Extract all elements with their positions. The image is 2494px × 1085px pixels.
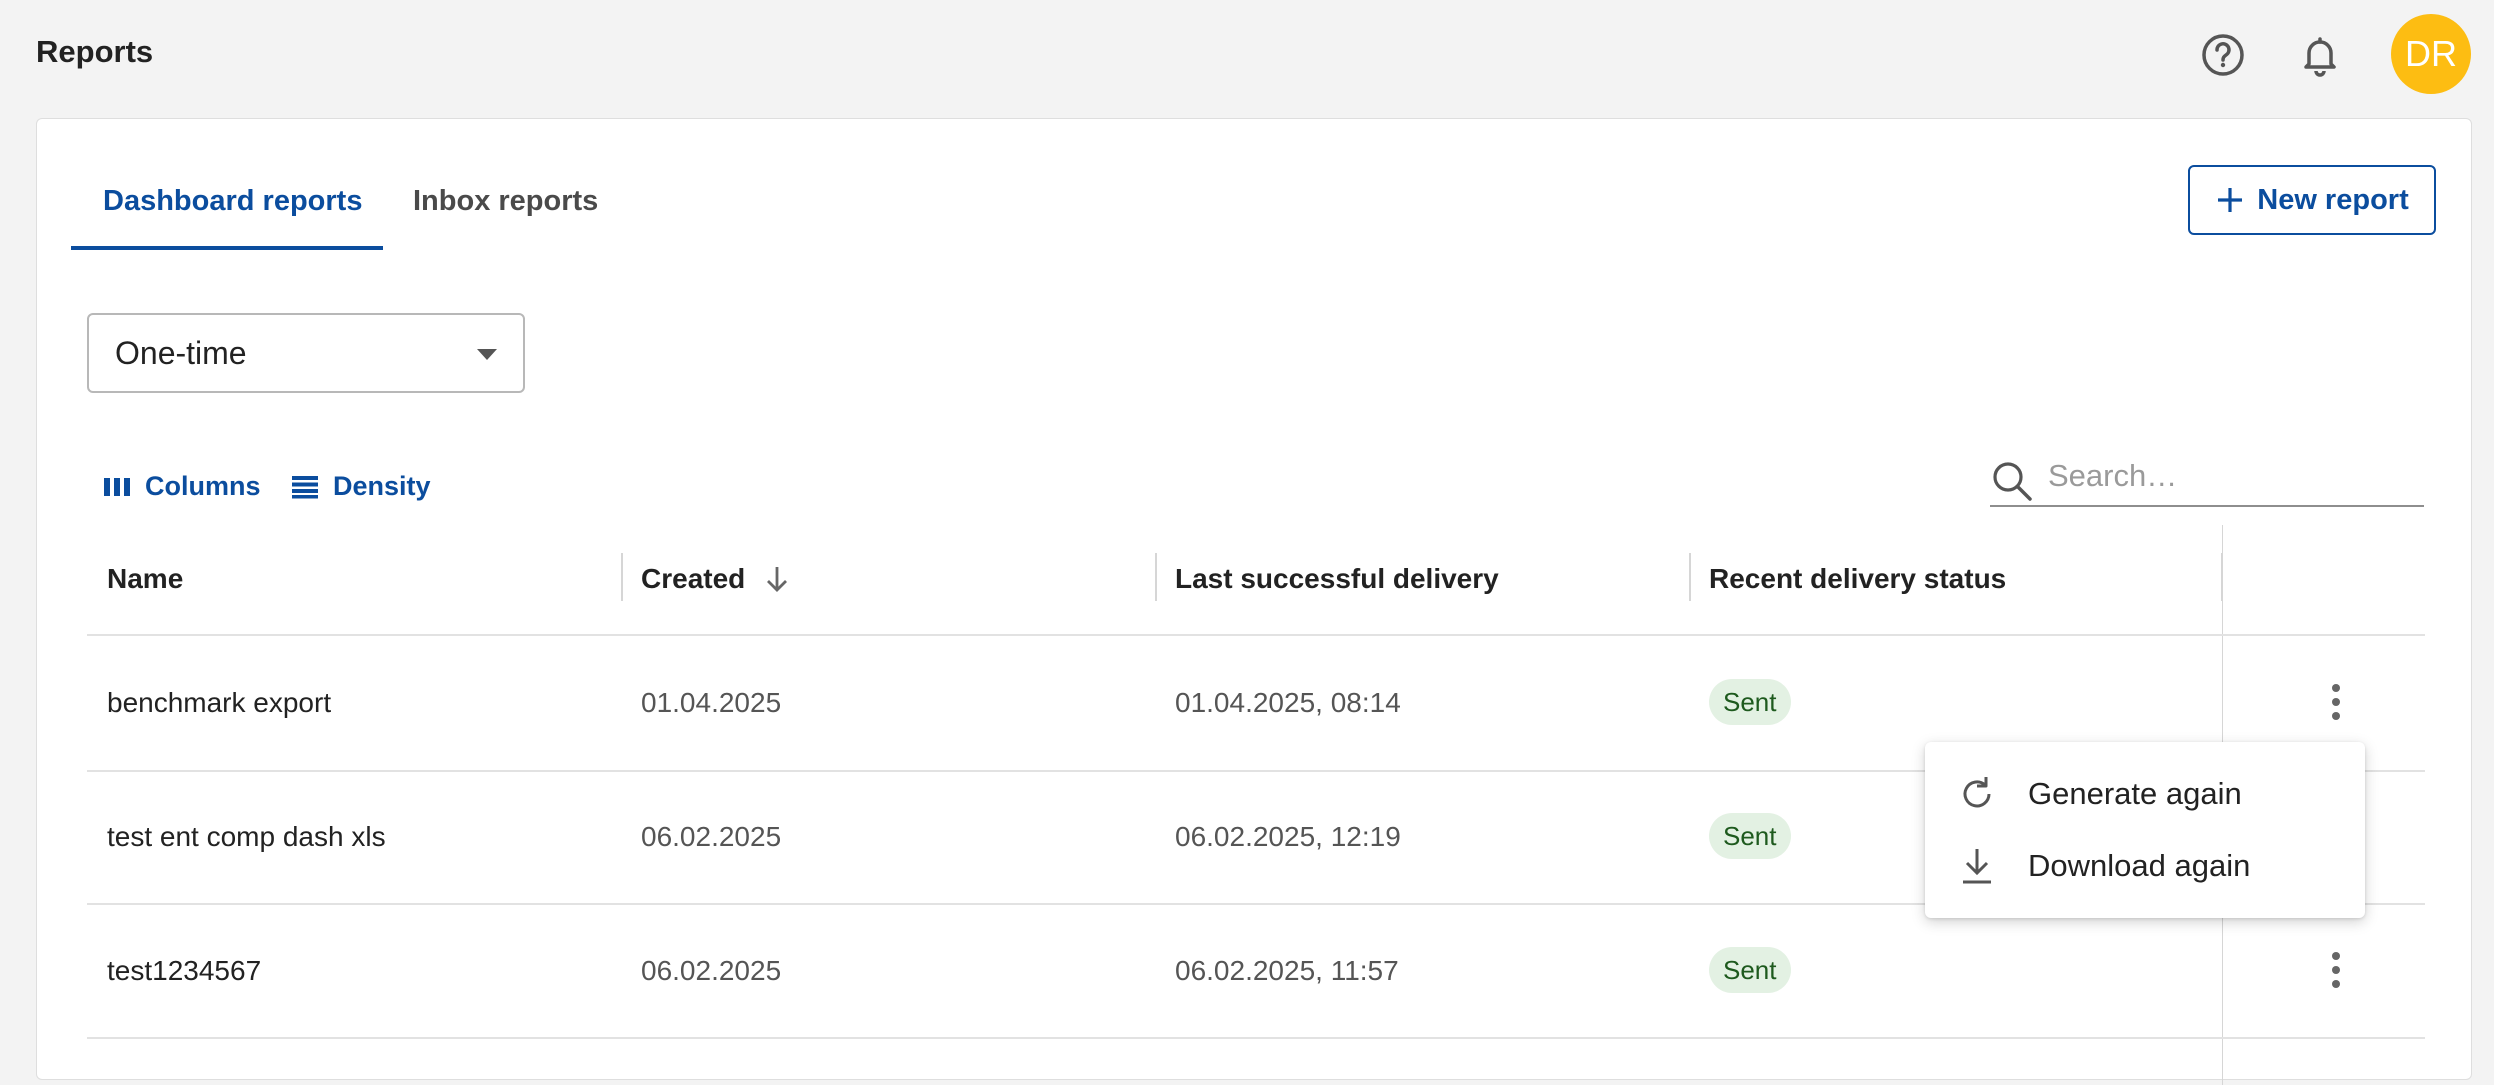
column-header-created-label: Created [641,563,746,594]
refresh-icon [1963,777,1991,808]
row-divider [87,1037,2425,1039]
chevron-down-icon [477,349,497,360]
row-1-created: 01.04.2025 [641,687,782,718]
top-bar: Reports DR [0,0,2494,108]
report-type-select[interactable]: One-time [87,313,525,393]
page-title: Reports [36,34,154,69]
density-button[interactable]: Density [291,471,431,502]
new-report-label: New report [2257,183,2409,216]
plus-icon [2218,188,2243,212]
menu-item-label: Generate again [2028,776,2242,811]
more-options-icon[interactable] [2320,680,2352,724]
more-options-icon[interactable] [2320,948,2352,992]
column-header-created[interactable]: Created [641,563,791,595]
report-type-value: One-time [115,334,247,371]
columns-button[interactable]: Columns [103,471,261,502]
search-box [1990,449,2424,507]
row-2-created: 06.02.2025 [641,821,782,852]
avatar[interactable]: DR [2391,14,2471,94]
menu-item-download-again[interactable]: Download again [1925,830,2365,902]
row-2-last-delivery: 06.02.2025, 12:19 [1175,821,1401,852]
status-badge: Sent [1709,947,1791,993]
bell-icon[interactable] [2295,30,2345,80]
status-badge: Sent [1709,813,1791,859]
column-header-name[interactable]: Name [107,563,183,595]
row-1-last-delivery: 01.04.2025, 08:14 [1175,687,1401,718]
column-separator[interactable] [1155,553,1157,601]
columns-icon [104,477,130,496]
density-label: Density [333,471,431,501]
row-3-last-delivery: 06.02.2025, 11:57 [1175,955,1399,986]
sort-descending-icon[interactable] [763,564,791,594]
row-2-name[interactable]: test ent comp dash xls [107,821,386,853]
reports-card: Dashboard reports Inbox reports New repo… [36,118,2472,1085]
tab-inbox-reports[interactable]: Inbox reports [413,185,598,218]
header-divider [87,634,2425,636]
download-icon [1963,849,1991,884]
column-separator[interactable] [1689,553,1691,601]
column-header-last-delivery[interactable]: Last successful delivery [1175,563,1499,595]
menu-item-generate-again[interactable]: Generate again [1925,758,2365,830]
row-1-name[interactable]: benchmark export [107,687,331,719]
row-3-created: 06.02.2025 [641,955,782,986]
active-tab-indicator [71,246,383,250]
help-icon[interactable] [2198,30,2248,80]
status-badge: Sent [1709,679,1791,725]
column-separator[interactable] [621,553,623,601]
density-icon [292,475,318,498]
search-icon [1993,462,2032,501]
tab-dashboard-reports[interactable]: Dashboard reports [103,185,362,218]
menu-item-label: Download again [2028,848,2251,883]
column-header-status[interactable]: Recent delivery status [1709,563,2006,595]
new-report-button[interactable]: New report [2188,165,2436,235]
search-input[interactable] [2046,453,2420,499]
row-actions-menu: Generate again Download again [1925,742,2365,918]
columns-label: Columns [145,471,261,501]
row-3-name[interactable]: test1234567 [107,955,261,987]
